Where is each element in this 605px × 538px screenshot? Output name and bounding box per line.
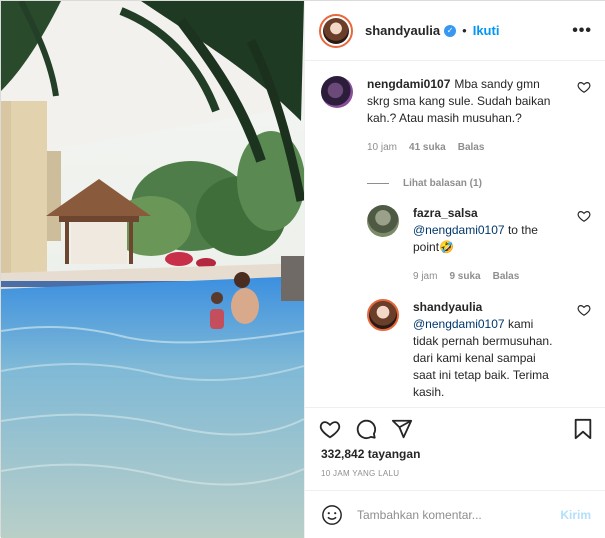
reply-avatar[interactable] bbox=[367, 205, 399, 237]
share-icon[interactable] bbox=[391, 418, 413, 440]
view-count[interactable]: 332,842 tayangan bbox=[321, 447, 420, 461]
post-header: shandyaulia ✓ • Ikuti ••• bbox=[305, 1, 605, 61]
add-comment-bar: Kirim bbox=[305, 490, 605, 538]
commenter-avatar[interactable] bbox=[321, 76, 353, 108]
author-username[interactable]: shandyaulia bbox=[365, 23, 440, 38]
instagram-post-modal: shandyaulia ✓ • Ikuti ••• nengdami0107 Mb… bbox=[0, 0, 605, 538]
emoji-icon[interactable] bbox=[321, 504, 343, 526]
reply-mention[interactable]: @nengdami0107 bbox=[413, 317, 505, 331]
comment-time[interactable]: 10 jam bbox=[367, 139, 397, 156]
heart-icon[interactable] bbox=[577, 80, 591, 94]
reply-reply-button[interactable]: Balas bbox=[493, 268, 520, 285]
view-replies-button[interactable]: Lihat balasan (1) bbox=[367, 178, 591, 189]
like-icon[interactable] bbox=[319, 418, 341, 440]
reply-time[interactable]: 9 jam bbox=[413, 268, 437, 285]
heart-icon[interactable] bbox=[577, 303, 591, 317]
comment-username[interactable]: nengdami0107 bbox=[367, 77, 450, 91]
comment-likes[interactable]: 41 suka bbox=[409, 139, 446, 156]
post-media[interactable] bbox=[1, 1, 304, 538]
reply-username[interactable]: fazra_salsa bbox=[413, 206, 478, 220]
reply-item: shandyaulia @nengdami0107 kami tidak pern… bbox=[367, 299, 591, 401]
reply-mention[interactable]: @nengdami0107 bbox=[413, 223, 505, 237]
post-actions bbox=[305, 407, 605, 449]
post-panel: shandyaulia ✓ • Ikuti ••• nengdami0107 Mb… bbox=[304, 1, 605, 538]
reply-username[interactable]: shandyaulia bbox=[413, 300, 482, 314]
reply-avatar[interactable] bbox=[367, 299, 399, 331]
pool-video-frame bbox=[1, 1, 304, 538]
comment-meta: 10 jam 41 suka Balas bbox=[367, 139, 553, 156]
author-avatar[interactable] bbox=[319, 13, 353, 48]
reply-item: fazra_salsa @nengdami0107 to the point🤣 9… bbox=[367, 205, 591, 285]
comment-icon[interactable] bbox=[355, 418, 377, 440]
comments-list[interactable]: nengdami0107 Mba sandy gmn skrg sma kang … bbox=[305, 62, 605, 407]
header-separator: • bbox=[462, 23, 467, 38]
replies-divider bbox=[367, 183, 389, 184]
bookmark-icon[interactable] bbox=[573, 418, 593, 440]
view-replies-label: Lihat balasan (1) bbox=[403, 178, 482, 189]
heart-icon[interactable] bbox=[577, 209, 591, 223]
post-timestamp[interactable]: 10 JAM YANG LALU bbox=[321, 469, 399, 478]
comment-item: nengdami0107 Mba sandy gmn skrg sma kang … bbox=[321, 76, 591, 156]
follow-button[interactable]: Ikuti bbox=[473, 23, 500, 38]
comment-input[interactable] bbox=[357, 507, 547, 522]
post-comment-button[interactable]: Kirim bbox=[560, 508, 591, 522]
reply-meta: 9 jam 9 suka Balas bbox=[413, 268, 553, 285]
comment-reply-button[interactable]: Balas bbox=[458, 139, 485, 156]
reply-likes[interactable]: 9 suka bbox=[449, 268, 480, 285]
more-options-icon[interactable]: ••• bbox=[572, 22, 592, 40]
verified-badge-icon: ✓ bbox=[444, 24, 457, 37]
